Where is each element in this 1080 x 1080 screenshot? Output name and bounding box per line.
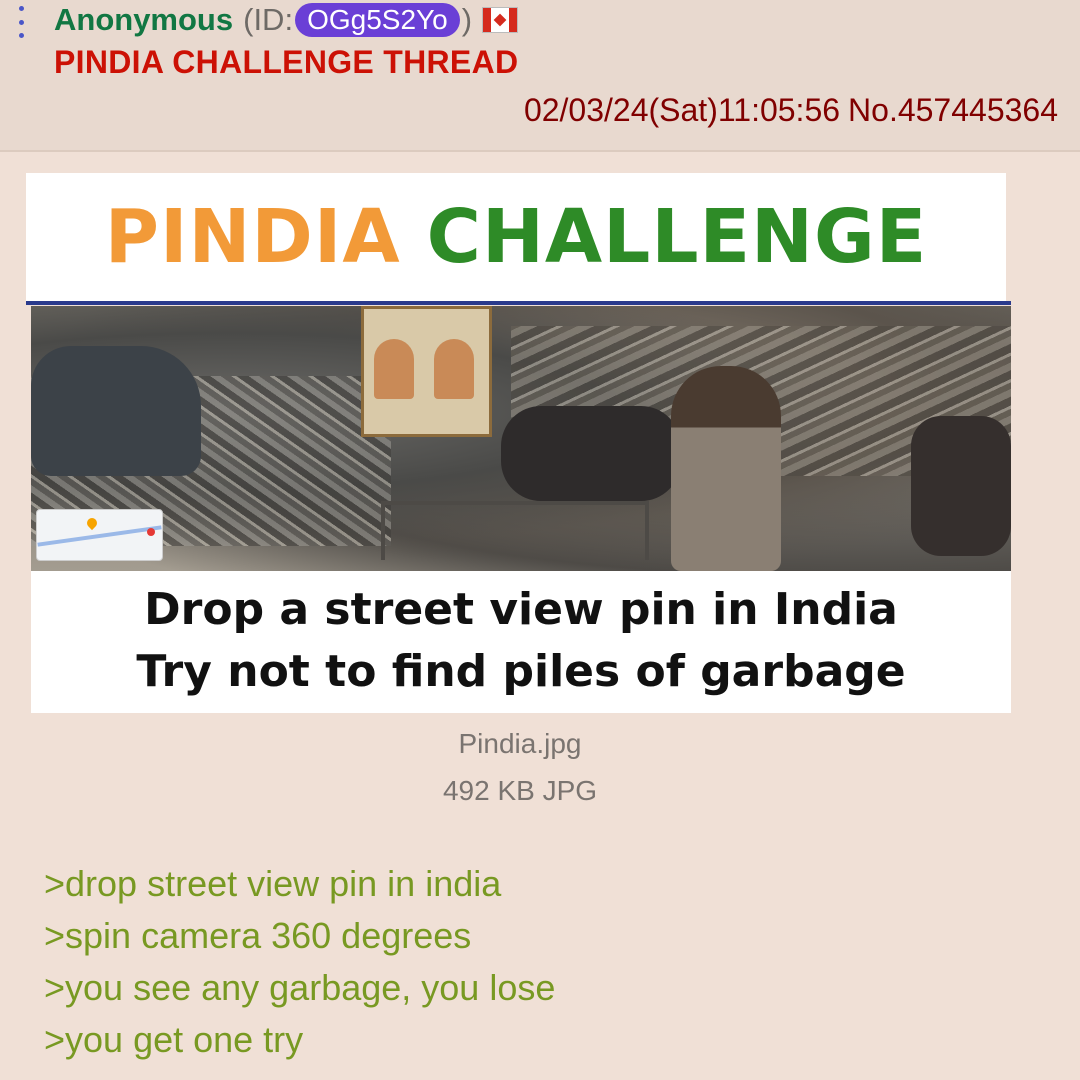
motorcycle	[501, 406, 681, 501]
scooter	[31, 346, 201, 476]
poster-id-badge[interactable]: OGg5S2Yo	[295, 3, 460, 37]
post-meta: 02/03/24(Sat)11:05:56 No.457445364	[524, 92, 1058, 129]
poster-name: Anonymous	[54, 2, 234, 37]
image-banner: PINDIA CHALLENGE	[26, 173, 1006, 301]
street-view-photo	[31, 306, 1011, 571]
canada-flag-icon	[482, 7, 519, 33]
id-prefix: (ID:	[243, 2, 294, 37]
post-image[interactable]: PINDIA CHALLENGE Drop a street view pin …	[26, 173, 1011, 713]
minimap-icon	[36, 509, 163, 561]
post-header: Anonymous (ID: OGg5S2Yo ) PINDIA CHALLEN…	[0, 0, 1080, 152]
caption-line: Drop a street view pin in India	[144, 584, 898, 635]
post-body: >drop street view pin in india >spin cam…	[44, 858, 555, 1066]
banner-word-challenge: CHALLENGE	[426, 194, 928, 280]
bench	[381, 501, 649, 560]
post-datetime: 02/03/24(Sat)11:05:56	[523, 92, 841, 128]
caption-line: Try not to find piles of garbage	[136, 646, 906, 697]
banner-divider	[26, 301, 1011, 305]
greentext-line: >you get one try	[44, 1019, 304, 1060]
post-subject: PINDIA CHALLENGE THREAD	[54, 44, 519, 80]
motorcycle	[911, 416, 1011, 556]
post-number-link[interactable]: No.457445364	[848, 92, 1058, 128]
greentext-line: >drop street view pin in india	[44, 863, 502, 904]
file-name-link[interactable]: Pindia.jpg	[0, 728, 1040, 760]
file-info: 492 KB JPG	[442, 775, 598, 806]
greentext-line: >you see any garbage, you lose	[44, 967, 556, 1008]
image-caption: Drop a street view pin in India Try not …	[31, 571, 1011, 713]
banner-word-pindia: PINDIA	[104, 194, 401, 280]
greentext-line: >spin camera 360 degrees	[44, 915, 472, 956]
post-menu-icon[interactable]	[16, 6, 26, 38]
poster	[361, 306, 492, 437]
person	[671, 366, 781, 571]
poster-info: Anonymous (ID: OGg5S2Yo )	[54, 0, 519, 42]
id-suffix: )	[461, 2, 473, 37]
